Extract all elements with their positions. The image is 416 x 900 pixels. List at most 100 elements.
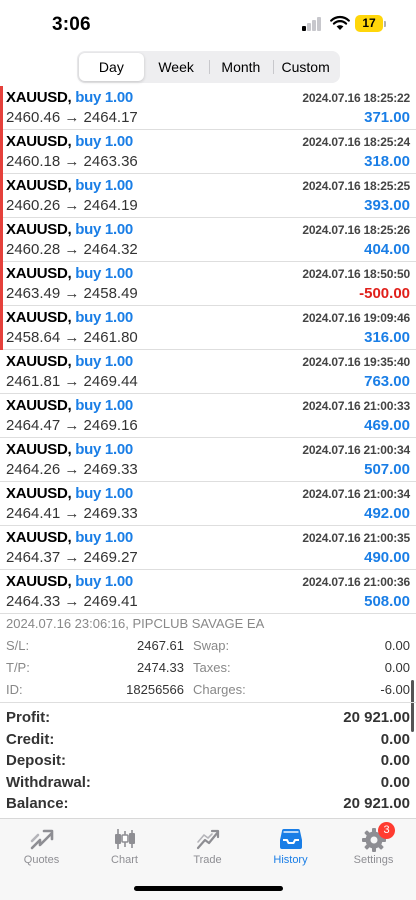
tp-value: 2474.33 <box>137 660 184 675</box>
deal-row[interactable]: XAUUSD, buy 1.00 2024.07.16 18:25:25 246… <box>0 174 416 218</box>
tp-label: T/P: <box>6 660 30 675</box>
deal-row[interactable]: XAUUSD, buy 1.00 2024.07.16 21:00:34 246… <box>0 438 416 482</box>
tab-label: Quotes <box>23 854 60 866</box>
deal-detail-header: 2024.07.16 23:06:16, PIPCLUB SAVAGE EA <box>6 616 265 631</box>
deal-time: 2024.07.16 21:00:35 <box>302 531 410 545</box>
deals-list: XAUUSD, buy 1.00 2024.07.16 18:25:22 246… <box>0 86 416 614</box>
deal-action: buy 1.00 <box>75 485 133 502</box>
deal-row[interactable]: XAUUSD, buy 1.00 2024.07.16 21:00:33 246… <box>0 394 416 438</box>
deal-profit: 393.00 <box>364 197 410 214</box>
deal-price: 2460.28 → 2464.32 <box>6 241 138 258</box>
tab-label: Chart <box>111 854 138 866</box>
period-tab-month[interactable]: Month <box>208 53 274 81</box>
summary-value: 20 921.00 <box>343 795 410 812</box>
taxes-value: 0.00 <box>384 660 410 675</box>
wifi-icon <box>330 15 350 30</box>
summary-row-profit: Profit: 20 921.00 <box>0 707 416 729</box>
trade-icon <box>196 829 220 850</box>
tab-chart[interactable]: Chart <box>83 819 166 871</box>
deal-symbol: XAUUSD, <box>6 353 72 370</box>
summary-row-withdrawal: Withdrawal: 0.00 <box>0 772 416 794</box>
deal-time: 2024.07.16 21:00:36 <box>302 575 410 589</box>
deal-price: 2460.46 → 2464.17 <box>6 109 138 126</box>
chart-icon <box>115 829 135 849</box>
summary-label: Profit: <box>6 709 51 726</box>
tab-quotes[interactable]: Quotes <box>0 819 83 871</box>
tab-settings[interactable]: 3 Settings <box>332 819 415 871</box>
sl-label: S/L: <box>6 638 30 653</box>
period-segmented-control: Day Week Month Custom <box>77 51 340 83</box>
deal-profit: 318.00 <box>364 153 410 170</box>
deal-row-expanded[interactable]: XAUUSD, buy 1.00 2024.07.16 21:00:36 246… <box>0 570 416 614</box>
summary-value: 0.00 <box>380 730 410 748</box>
summary-value: 20 921.00 <box>343 709 410 726</box>
summary-row-balance: Balance: 20 921.00 <box>0 793 416 815</box>
deal-price: 2464.26 → 2469.33 <box>6 461 138 478</box>
deal-profit: -500.00 <box>359 285 410 302</box>
summary-label: Withdrawal: <box>6 773 91 791</box>
deal-symbol: XAUUSD, <box>6 265 72 282</box>
status-time: 3:06 <box>52 14 91 35</box>
tab-history[interactable]: History <box>249 819 332 871</box>
deal-symbol: XAUUSD, <box>6 441 72 458</box>
deal-profit: 469.00 <box>364 417 410 434</box>
deal-symbol: XAUUSD, <box>6 529 72 546</box>
deal-time: 2024.07.16 19:09:46 <box>302 311 410 325</box>
period-tab-custom[interactable]: Custom <box>273 53 338 81</box>
deal-row[interactable]: XAUUSD, buy 1.00 2024.07.16 19:35:40 246… <box>0 350 416 394</box>
deal-detail: 2024.07.16 23:06:16, PIPCLUB SAVAGE EA S… <box>0 614 416 700</box>
charges-label: Charges: <box>193 682 246 697</box>
summary-divider <box>0 702 416 703</box>
deal-profit: 492.00 <box>364 505 410 522</box>
deal-row[interactable]: XAUUSD, buy 1.00 2024.07.16 21:00:35 246… <box>0 526 416 570</box>
deal-row[interactable]: XAUUSD, buy 1.00 2024.07.16 18:25:22 246… <box>0 86 416 130</box>
deal-time: 2024.07.16 18:25:25 <box>302 179 410 193</box>
summary-row-deposit: Deposit: 0.00 <box>0 750 416 772</box>
deal-price: 2464.33 → 2469.41 <box>6 593 138 610</box>
deal-symbol: XAUUSD, <box>6 221 72 238</box>
swap-value: 0.00 <box>384 638 410 653</box>
deal-time: 2024.07.16 21:00:34 <box>302 443 410 457</box>
deal-time: 2024.07.16 18:50:50 <box>302 267 410 281</box>
deal-row[interactable]: XAUUSD, buy 1.00 2024.07.16 18:25:24 246… <box>0 130 416 174</box>
deal-action: buy 1.00 <box>75 397 133 414</box>
id-label: ID: <box>6 682 23 697</box>
home-indicator[interactable] <box>134 886 283 891</box>
deal-time: 2024.07.16 18:25:26 <box>302 223 410 237</box>
status-bar: 3:06 17 <box>0 0 416 48</box>
settings-badge: 3 <box>378 822 395 839</box>
deal-profit: 316.00 <box>364 329 410 346</box>
history-icon <box>280 829 302 849</box>
deal-symbol: XAUUSD, <box>6 397 72 414</box>
deal-price: 2461.81 → 2469.44 <box>6 373 138 390</box>
deal-row[interactable]: XAUUSD, buy 1.00 2024.07.16 18:50:50 246… <box>0 262 416 306</box>
deal-profit: 404.00 <box>364 241 410 258</box>
deal-row[interactable]: XAUUSD, buy 1.00 2024.07.16 21:00:34 246… <box>0 482 416 526</box>
taxes-label: Taxes: <box>193 660 231 675</box>
deal-profit: 763.00 <box>364 373 410 390</box>
deal-action: buy 1.00 <box>75 177 133 194</box>
sl-value: 2467.61 <box>137 638 184 653</box>
summary-value: 0.00 <box>380 752 410 769</box>
deal-row[interactable]: XAUUSD, buy 1.00 2024.07.16 19:09:46 245… <box>0 306 416 350</box>
deal-price: 2464.37 → 2469.27 <box>6 549 138 566</box>
summary-value: 0.00 <box>380 773 410 791</box>
deal-symbol: XAUUSD, <box>6 485 72 502</box>
charges-value: -6.00 <box>380 682 410 697</box>
deal-price: 2460.26 → 2464.19 <box>6 197 138 214</box>
deal-profit: 371.00 <box>364 109 410 126</box>
deal-symbol: XAUUSD, <box>6 133 72 150</box>
period-tab-week[interactable]: Week <box>144 53 209 81</box>
deal-action: buy 1.00 <box>75 353 133 370</box>
summary-label: Deposit: <box>6 752 66 769</box>
deal-row[interactable]: XAUUSD, buy 1.00 2024.07.16 18:25:26 246… <box>0 218 416 262</box>
summary-label: Balance: <box>6 795 69 812</box>
deal-symbol: XAUUSD, <box>6 177 72 194</box>
deal-profit: 490.00 <box>364 549 410 566</box>
deal-price: 2463.49 → 2458.49 <box>6 285 138 302</box>
deal-time: 2024.07.16 18:25:22 <box>302 91 410 105</box>
deal-price: 2464.47 → 2469.16 <box>6 417 138 434</box>
deal-action: buy 1.00 <box>75 573 133 590</box>
period-tab-day[interactable]: Day <box>79 53 144 81</box>
tab-trade[interactable]: Trade <box>166 819 249 871</box>
